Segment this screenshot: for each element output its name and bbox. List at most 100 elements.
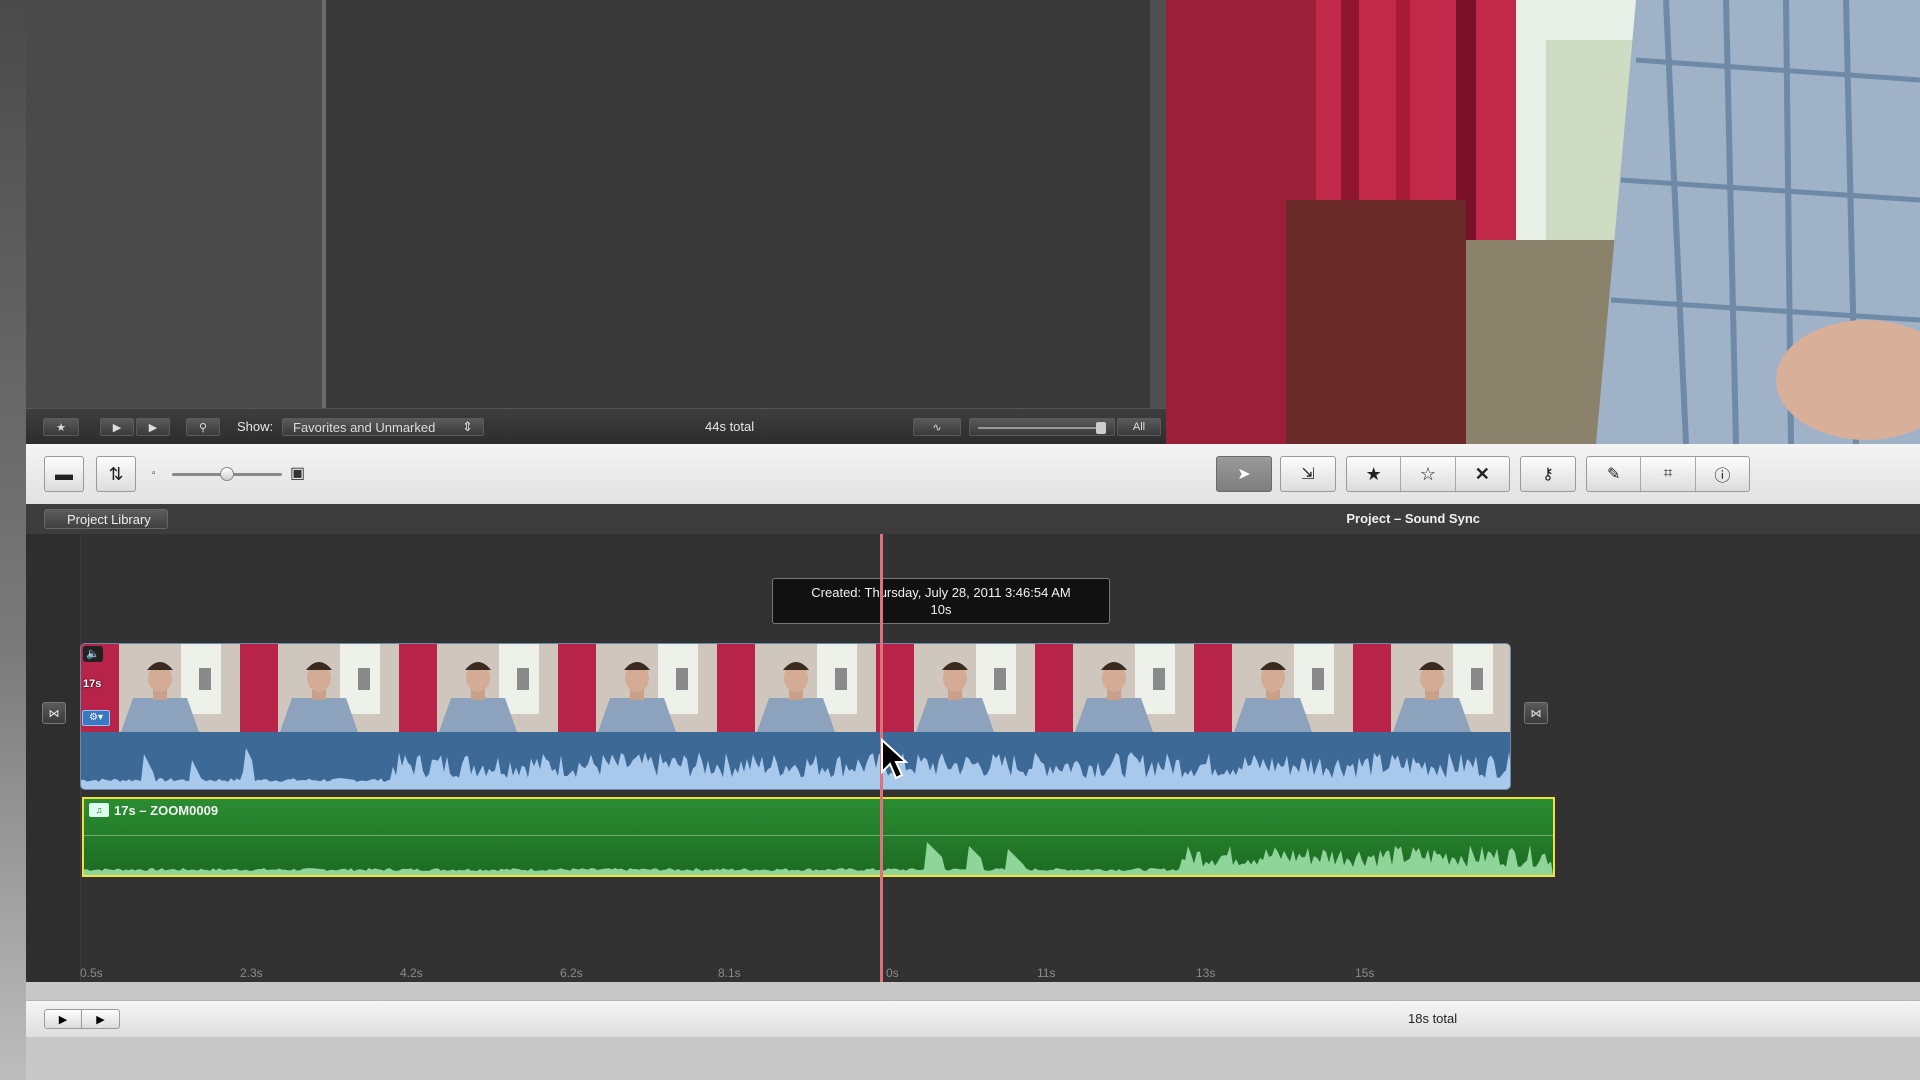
add-to-project-button[interactable]: ⇲ [1280,456,1336,492]
video-thumbnail [240,644,400,732]
play-icon: ▶ [96,1013,105,1026]
reject-button[interactable]: ✕ [1456,457,1509,491]
slider-knob[interactable] [1096,422,1106,434]
chevron-updown-icon: ⇕ [462,419,473,434]
keyword-button[interactable]: ⚷ [1520,456,1576,492]
camera-import-button[interactable]: ▬ [44,456,84,492]
search-button[interactable]: ⚲ [186,418,220,436]
crop-icon: ⌗ [1663,465,1673,482]
key-icon: ⚷ [1542,466,1554,483]
swap-events-projects-button[interactable]: ⇅ [96,456,136,492]
camera-icon: ▬ [55,463,73,484]
star-film-icon: ★ [56,421,66,434]
ruler-label: 6.2s [560,966,583,980]
video-thumbnail [717,644,877,732]
viewer-frame-image [1166,0,1920,444]
project-title: Project – Sound Sync [1346,511,1480,526]
show-filter-select[interactable]: Favorites and Unmarked ⇕ [282,418,484,436]
audio-waveform-toggle-button[interactable]: ∿ [913,418,961,436]
small-thumb-icon: ▫ [152,468,156,479]
event-browser-scrollbar[interactable] [1150,0,1166,408]
video-thumbnail [399,644,559,732]
audio-clip[interactable]: ♫ 17s – ZOOM0009 [82,797,1555,877]
ruler-label: 4.2s [400,966,423,980]
ruler-label: 0s [886,966,899,980]
video-thumbnail [1035,644,1195,732]
tooltip-created-date: Created: Thursday, July 28, 2011 3:46:54… [811,585,1071,600]
timeline-start-handle[interactable]: ⋈ [42,702,66,724]
event-zoom-slider[interactable] [969,418,1115,436]
close-icon: ✕ [1474,463,1490,484]
desktop-edge [0,0,26,1080]
event-toolbar: ★ ▶ ▶ ⚲ Show: Favorites and Unmarked ⇕ 4… [26,408,1166,445]
video-thumbnail [558,644,718,732]
show-label: Show: [237,419,274,434]
rating-button-group: ★ ☆ ✕ [1346,456,1510,492]
tooltip-duration: 10s [930,602,952,617]
gear-icon: ⚙▾ [89,712,103,723]
event-library-toggle-button[interactable]: ★ [43,418,79,436]
waveform-icon: ∿ [932,421,942,434]
video-audio-waveform [81,732,1510,789]
mouse-cursor-icon [881,738,908,780]
bowtie-icon: ⋈ [48,707,60,720]
adjust-color-button[interactable]: ✎ [1587,457,1642,491]
thumbnail-size-knob[interactable] [220,467,234,481]
event-total-duration: 44s total [705,419,755,434]
play-icon: ▶ [148,421,158,434]
swap-icon: ⇅ [108,463,124,484]
project-total-duration: 18s total [1408,1011,1458,1026]
video-thumbnail [876,644,1036,732]
arrow-pointer-icon: ➤ [1237,466,1251,483]
audio-clip-label: 17s – ZOOM0009 [114,803,219,818]
show-filter-value: Favorites and Unmarked [293,419,436,435]
main-toolbar: ▬ ⇅ ▫ ▣ ➤ ⇲ ★ ☆ ✕ ⚷ ✎ ⌗ ⓘ [26,444,1920,505]
project-library-label: Project Library [67,511,151,527]
edit-tools-group: ✎ ⌗ ⓘ [1586,456,1750,492]
timeline-gutter [26,534,81,982]
waveform-graphic [81,748,1510,789]
ruler-label: 13s [1196,966,1216,980]
all-button[interactable]: All [1117,418,1161,436]
video-viewer[interactable] [1166,0,1920,444]
star-filled-icon: ★ [1365,463,1382,484]
ruler-label: 0.5s [80,966,103,980]
clip-action-menu-button[interactable]: ⚙▾ [82,710,110,726]
mark-favorite-button[interactable]: ★ [1347,457,1402,491]
select-tool-button[interactable]: ➤ [1216,456,1272,492]
play-button[interactable]: ▶ [136,418,170,436]
unmark-button[interactable]: ☆ [1401,457,1456,491]
event-library-pane[interactable] [26,0,322,408]
all-label: All [1132,421,1146,433]
ruler-label: 15s [1355,966,1375,980]
star-outline-icon: ☆ [1419,463,1437,484]
ruler-label: 8.1s [718,966,741,980]
speaker-icon[interactable]: 🔈 [83,646,103,662]
inspector-button[interactable]: ⓘ [1696,457,1749,491]
video-clip-duration: 17s [83,678,102,690]
project-library-button[interactable]: Project Library [44,509,168,529]
event-browser-pane[interactable] [326,0,1150,408]
ruler-label: 2.3s [240,966,263,980]
slider-track [978,427,1098,429]
play-project-button[interactable]: ▶ [82,1009,120,1029]
video-thumbnail [1353,644,1510,732]
large-thumb-icon: ▣ [290,465,306,482]
search-icon: ⚲ [198,421,208,434]
info-icon: ⓘ [1714,468,1731,485]
add-clip-icon: ⇲ [1301,466,1315,483]
audio-clip-icon: ♫ [89,803,109,817]
timeline-end-handle[interactable]: ⋈ [1524,702,1548,724]
play-project-fullscreen-button[interactable]: ▶ [44,1009,82,1029]
clip-info-tooltip: Created: Thursday, July 28, 2011 3:46:54… [772,578,1110,624]
video-clip[interactable]: 🔈 17s ⚙▾ [80,643,1511,790]
play-fullscreen-button[interactable]: ▶ [100,418,134,436]
bowtie-icon: ⋈ [1530,707,1542,720]
video-thumbnail [1194,644,1354,732]
eyedropper-icon: ✎ [1606,466,1621,483]
bottom-toolbar: ▶ ▶ 18s total [26,1000,1920,1037]
audio-waveform-graphic [84,842,1553,875]
project-bar: Project Library Project – Sound Sync [26,504,1920,535]
crop-button[interactable]: ⌗ [1641,457,1696,491]
play-rect-icon: ▶ [58,1013,68,1026]
